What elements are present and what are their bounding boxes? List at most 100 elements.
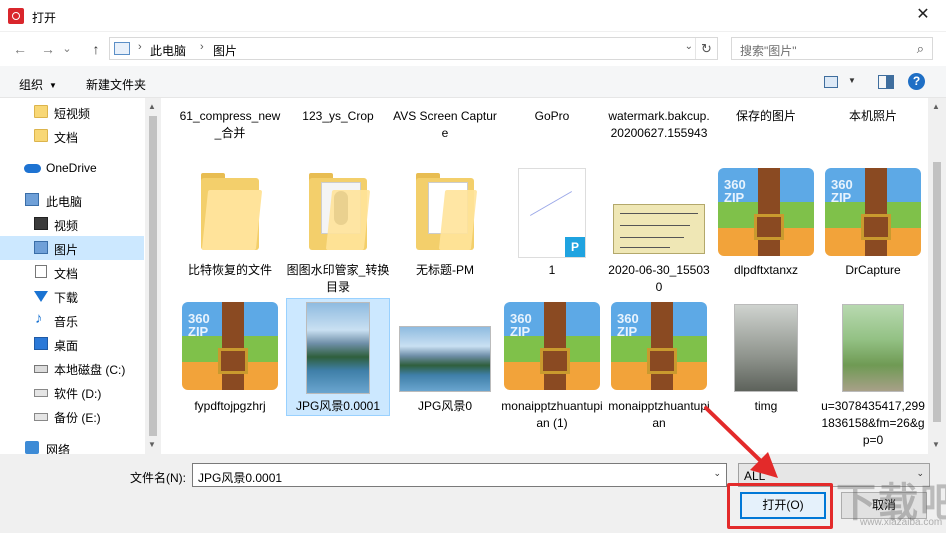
- zip-archive-icon: 360 ZIP: [825, 168, 921, 264]
- file-name: 比特恢复的文件: [187, 263, 272, 277]
- file-name: 保存的图片: [735, 109, 796, 123]
- file-name: AVS Screen Capture: [393, 109, 497, 140]
- zip-archive-icon: 360 ZIP: [182, 302, 278, 398]
- scroll-up-icon[interactable]: ▲: [148, 102, 156, 111]
- sidebar-scroll-thumb[interactable]: [149, 116, 157, 436]
- scroll-down-icon[interactable]: ▼: [148, 440, 156, 449]
- recent-locations-dropdown-icon[interactable]: ⌄: [60, 40, 74, 58]
- sidebar-item-music[interactable]: ♪ 音乐: [0, 308, 144, 332]
- breadcrumb-this-pc[interactable]: 此电脑: [150, 42, 186, 59]
- pdf-badge-icon: P: [565, 237, 585, 257]
- file-type-dropdown-icon[interactable]: ⌄: [916, 468, 924, 479]
- list-item[interactable]: AVS Screen Capture: [393, 98, 497, 168]
- navigation-bar: ← → ⌄ ↑ › 此电脑 › 图片 ⌄ ↻ 搜索"图片" ⌕: [0, 32, 946, 66]
- list-item[interactable]: 无标题-PM: [393, 168, 497, 296]
- search-input[interactable]: 搜索"图片" ⌕: [731, 37, 933, 60]
- sidebar-item-drive-c[interactable]: 本地磁盘 (C:): [0, 356, 144, 380]
- breadcrumb-separator[interactable]: ›: [200, 41, 204, 53]
- download-icon: [34, 291, 48, 302]
- list-item-selected[interactable]: JPG风景0.0001: [286, 298, 390, 418]
- list-item[interactable]: JPG风景0: [393, 300, 497, 440]
- sidebar-item-label: 此电脑: [46, 195, 83, 209]
- list-item[interactable]: P 1: [500, 168, 604, 296]
- list-item[interactable]: 360 ZIP fypdftojpgzhrj: [178, 300, 282, 440]
- breadcrumb-separator[interactable]: ›: [138, 41, 142, 53]
- file-name: watermark.bakcup.20200627.155943: [608, 109, 710, 140]
- sidebar-item-onedrive[interactable]: OneDrive: [0, 156, 144, 180]
- organize-label: 组织: [19, 78, 44, 92]
- sidebar-item-pictures[interactable]: 图片: [0, 236, 144, 260]
- view-dropdown-icon[interactable]: ▼: [848, 76, 856, 85]
- close-button[interactable]: ✕: [900, 0, 946, 31]
- scroll-up-icon[interactable]: ▲: [932, 102, 940, 111]
- sidebar-item-drive-e[interactable]: 备份 (E:): [0, 404, 144, 428]
- list-item[interactable]: 360 ZIP monaipptzhuantupian: [607, 300, 711, 440]
- file-list-scrollbar[interactable]: ▲ ▼: [928, 98, 946, 454]
- folder-icon: [34, 105, 48, 118]
- file-name: GoPro: [534, 109, 570, 123]
- list-item[interactable]: 图图水印管家_转换目录: [286, 168, 390, 296]
- file-type-select[interactable]: ALL ⌄: [738, 463, 930, 487]
- list-item[interactable]: 123_ys_Crop: [286, 98, 390, 168]
- drive-icon: [34, 389, 48, 397]
- cancel-button[interactable]: 取消: [841, 492, 927, 519]
- new-folder-button[interactable]: 新建文件夹: [86, 76, 146, 93]
- network-icon: [25, 441, 39, 454]
- navigation-pane: 短视频 文档 OneDrive 此电脑 视频 图片 文档 下载 ♪ 音乐 桌面 …: [0, 98, 161, 454]
- up-arrow-icon[interactable]: ↑: [86, 40, 106, 58]
- list-item[interactable]: GoPro: [500, 98, 604, 168]
- address-bar[interactable]: › 此电脑 › 图片 ⌄ ↻: [109, 37, 718, 60]
- list-item[interactable]: watermark.bakcup.20200627.155943: [607, 98, 711, 168]
- filename-dropdown-icon[interactable]: ⌄: [713, 468, 721, 479]
- back-arrow-icon[interactable]: ←: [10, 40, 30, 58]
- list-item[interactable]: u=3078435417,2991836158&fm=26&gp=0: [821, 300, 925, 447]
- file-name: 2020-06-30_155030: [608, 263, 710, 294]
- address-dropdown-icon[interactable]: ⌄: [685, 41, 693, 52]
- help-icon[interactable]: ?: [908, 73, 925, 90]
- organize-menu[interactable]: 组织 ▼: [19, 76, 57, 93]
- sidebar-item-network[interactable]: 网络: [0, 436, 144, 454]
- search-icon[interactable]: ⌕: [917, 41, 924, 57]
- chevron-down-icon: ▼: [49, 81, 57, 90]
- sidebar-item-label: 网络: [46, 443, 71, 454]
- sidebar-item-label: 音乐: [54, 315, 79, 329]
- list-item[interactable]: 比特恢复的文件: [178, 168, 282, 296]
- file-list-scroll-thumb[interactable]: [933, 162, 941, 422]
- sidebar-item-drive-d[interactable]: 软件 (D:): [0, 380, 144, 404]
- scroll-down-icon[interactable]: ▼: [932, 440, 940, 449]
- breadcrumb-pictures[interactable]: 图片: [213, 42, 237, 59]
- sidebar-item-label: 文档: [54, 131, 79, 145]
- open-button[interactable]: 打开(O): [740, 492, 826, 519]
- zip-archive-icon: 360 ZIP: [718, 168, 814, 264]
- sidebar-item-label: 本地磁盘 (C:): [54, 363, 126, 377]
- list-item[interactable]: 保存的图片: [714, 98, 818, 168]
- search-placeholder: 搜索"图片": [740, 44, 797, 58]
- sidebar-scrollbar[interactable]: ▲ ▼: [145, 98, 161, 454]
- file-name: monaipptzhuantupian: [608, 399, 710, 430]
- list-item[interactable]: 360 ZIP dlpdftxtanxz: [714, 168, 818, 296]
- list-item[interactable]: timg: [714, 300, 818, 440]
- refresh-icon[interactable]: ↻: [695, 38, 717, 59]
- list-item[interactable]: 360 ZIP DrCapture: [821, 168, 925, 296]
- sidebar-item-short-video[interactable]: 短视频: [0, 100, 144, 124]
- sidebar-item-this-pc[interactable]: 此电脑: [0, 188, 144, 212]
- pdf-document-thumbnail: P: [518, 168, 586, 258]
- filename-input[interactable]: JPG风景0.0001 ⌄: [192, 463, 727, 487]
- folder-icon: [309, 173, 371, 250]
- pictures-folder-icon: [114, 42, 130, 55]
- list-item[interactable]: 本机照片: [821, 98, 925, 168]
- sidebar-item-documents[interactable]: 文档: [0, 260, 144, 284]
- sidebar-item-desktop[interactable]: 桌面: [0, 332, 144, 356]
- sidebar-item-downloads[interactable]: 下载: [0, 284, 144, 308]
- list-item[interactable]: 61_compress_new_合并: [178, 98, 282, 168]
- landscape-image-thumbnail: [306, 302, 370, 394]
- photo-thumbnail: [842, 304, 904, 392]
- sidebar-item-videos[interactable]: 视频: [0, 212, 144, 236]
- list-item[interactable]: 2020-06-30_155030: [607, 168, 711, 296]
- forward-arrow-icon[interactable]: →: [38, 40, 58, 58]
- list-item[interactable]: 360 ZIP monaipptzhuantupian (1): [500, 300, 604, 440]
- view-mode-icon[interactable]: [824, 76, 838, 88]
- sidebar-item-label: 短视频: [54, 107, 91, 121]
- preview-pane-icon[interactable]: [878, 75, 894, 89]
- sidebar-item-documents-folder[interactable]: 文档: [0, 124, 144, 148]
